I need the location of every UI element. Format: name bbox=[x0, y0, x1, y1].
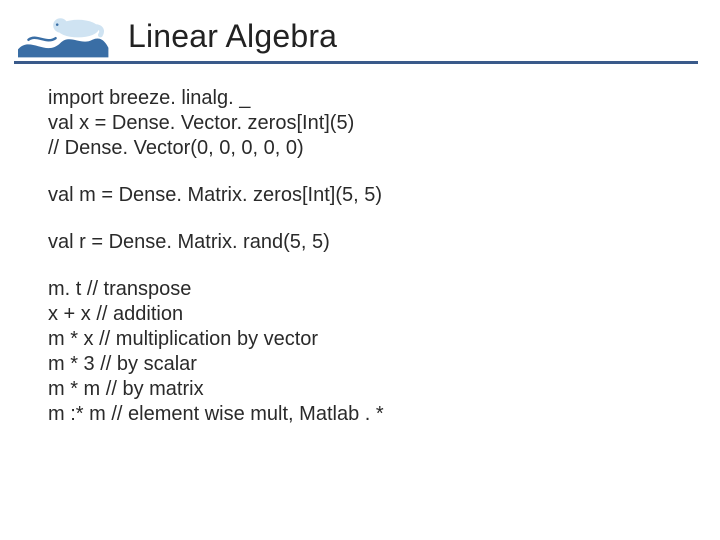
code-line: // Dense. Vector(0, 0, 0, 0, 0) bbox=[48, 136, 672, 161]
code-block-2: val m = Dense. Matrix. zeros[Int](5, 5) bbox=[48, 183, 672, 208]
slide-header: Linear Algebra bbox=[0, 0, 720, 64]
code-line: m :* m // element wise mult, Matlab . * bbox=[48, 402, 672, 427]
slide-body: import breeze. linalg. _ val x = Dense. … bbox=[0, 64, 720, 427]
title-underline bbox=[0, 61, 720, 64]
code-line: m. t // transpose bbox=[48, 277, 672, 302]
code-block-3: val r = Dense. Matrix. rand(5, 5) bbox=[48, 230, 672, 255]
code-line: import breeze. linalg. _ bbox=[48, 86, 672, 111]
code-line: m * 3 // by scalar bbox=[48, 352, 672, 377]
code-line: m * x // multiplication by vector bbox=[48, 327, 672, 352]
code-block-1: import breeze. linalg. _ val x = Dense. … bbox=[48, 86, 672, 161]
breeze-logo-icon bbox=[14, 10, 110, 60]
code-line: val r = Dense. Matrix. rand(5, 5) bbox=[48, 230, 672, 255]
slide: Linear Algebra import breeze. linalg. _ … bbox=[0, 0, 720, 540]
code-line: val m = Dense. Matrix. zeros[Int](5, 5) bbox=[48, 183, 672, 208]
code-line: val x = Dense. Vector. zeros[Int](5) bbox=[48, 111, 672, 136]
code-line: x + x // addition bbox=[48, 302, 672, 327]
code-line: m * m // by matrix bbox=[48, 377, 672, 402]
slide-title: Linear Algebra bbox=[128, 18, 720, 55]
code-block-4: m. t // transpose x + x // addition m * … bbox=[48, 277, 672, 427]
